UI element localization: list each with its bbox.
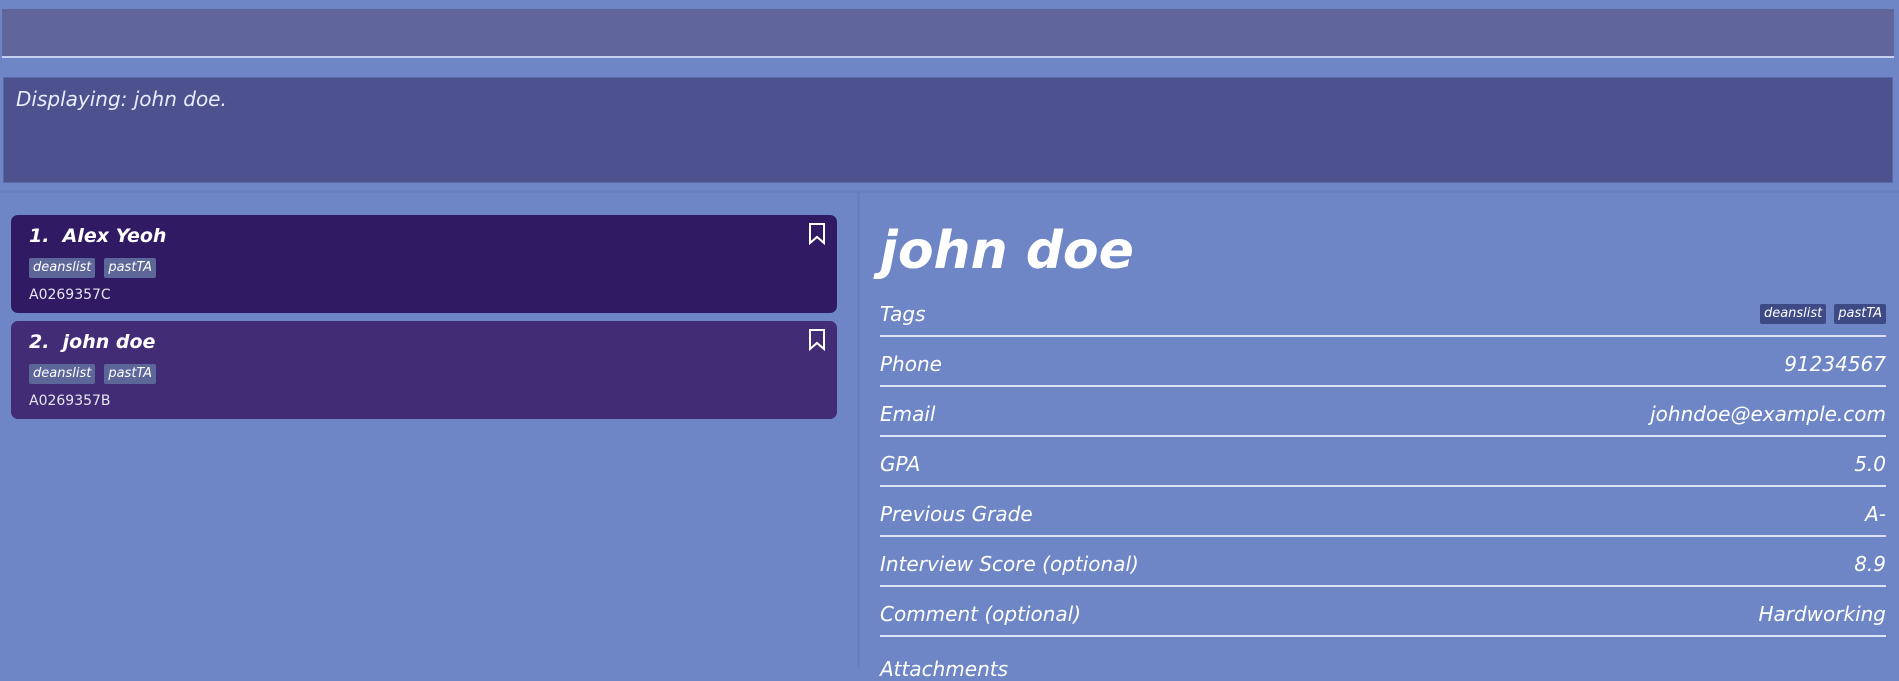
detail-label: Interview Score (optional) (880, 552, 1139, 576)
detail-tags: deanslist pastTA (1759, 304, 1886, 324)
tag: pastTA (104, 258, 157, 278)
person-card-student-id: A0269357B (29, 393, 111, 409)
detail-value: Hardworking (1758, 602, 1886, 626)
tag: pastTA (104, 364, 157, 384)
detail-row-email: Email johndoe@example.com (880, 387, 1886, 437)
detail-person-name: john doe (880, 221, 1134, 281)
bookmark-icon[interactable] (808, 223, 826, 245)
detail-row-phone: Phone 91234567 (880, 337, 1886, 387)
detail-label: Tags (880, 302, 926, 326)
detail-label: Attachments (880, 657, 1009, 681)
bookmark-icon[interactable] (808, 329, 826, 351)
result-display: Displaying: john doe. (3, 77, 1893, 183)
detail-row-tags: Tags deanslist pastTA (880, 287, 1886, 337)
person-card-tags: deanslist pastTA (29, 364, 157, 384)
detail-row-previous-grade: Previous Grade A- (880, 487, 1886, 537)
detail-row-attachments: Attachments (880, 637, 1886, 681)
person-card-name: 2. john doe (29, 331, 156, 353)
command-box[interactable] (2, 9, 1894, 58)
detail-row-gpa: GPA 5.0 (880, 437, 1886, 487)
detail-label: Previous Grade (880, 502, 1033, 526)
tag: deanslist (1759, 304, 1827, 324)
person-detail-panel: john doe Tags deanslist pastTA Phone 912… (880, 193, 1886, 681)
command-input[interactable] (2, 9, 1894, 56)
tag: deanslist (29, 258, 96, 278)
detail-label: Email (880, 402, 936, 426)
tag: deanslist (29, 364, 96, 384)
person-card-name: 1. Alex Yeoh (29, 225, 167, 247)
person-card-tags: deanslist pastTA (29, 258, 157, 278)
detail-value: 5.0 (1854, 452, 1886, 476)
person-card-student-id: A0269357C (29, 287, 111, 303)
detail-value: johndoe@example.com (1650, 402, 1886, 426)
detail-row-interview-score: Interview Score (optional) 8.9 (880, 537, 1886, 587)
person-card[interactable]: 2. john doe deanslist pastTA A0269357B (11, 321, 837, 419)
result-text: Displaying: john doe. (16, 87, 227, 111)
detail-value: 8.9 (1854, 552, 1886, 576)
detail-label: Phone (880, 352, 942, 376)
person-card[interactable]: 1. Alex Yeoh deanslist pastTA A0269357C (11, 215, 837, 313)
detail-row-comment: Comment (optional) Hardworking (880, 587, 1886, 637)
tag: pastTA (1834, 304, 1886, 324)
detail-label: GPA (880, 452, 921, 476)
detail-value: A- (1865, 502, 1886, 526)
detail-label: Comment (optional) (880, 602, 1082, 626)
detail-value: 91234567 (1784, 352, 1886, 376)
